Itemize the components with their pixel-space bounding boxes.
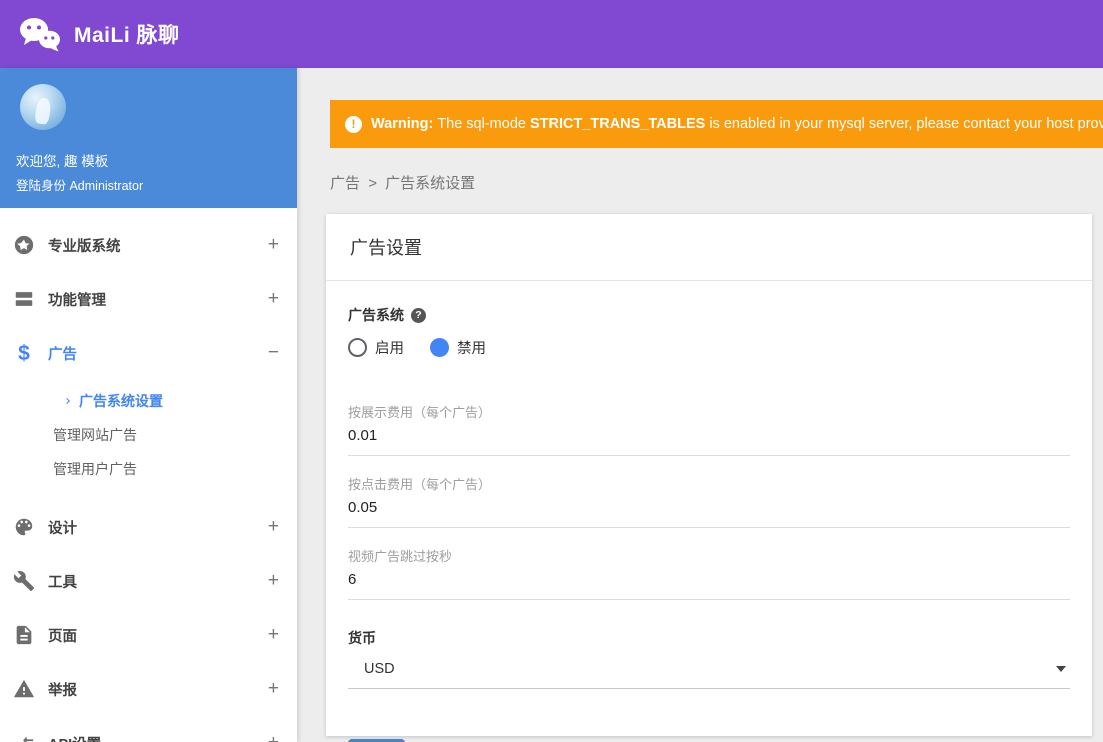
expand-icon[interactable]: + — [268, 288, 279, 310]
expand-icon[interactable]: + — [268, 570, 279, 592]
profile-panel: 欢迎您, 趣 模板 登陆身份 Administrator — [0, 68, 297, 208]
sidebar-item-pro-system[interactable]: 专业版系统 + — [0, 218, 297, 272]
expand-icon[interactable]: + — [268, 678, 279, 700]
sidebar-item-tools[interactable]: 工具 + — [0, 554, 297, 608]
sidebar-item-label: 广告 — [48, 343, 268, 364]
bars-icon — [13, 288, 35, 310]
ad-settings-card: 广告设置 广告系统 ? 启用 禁用 — [326, 214, 1092, 736]
sidebar-item-api-settings[interactable]: API设置 + — [0, 716, 297, 742]
breadcrumb: 广告 > 广告系统设置 — [330, 172, 1103, 193]
wechat-logo-icon — [18, 16, 62, 52]
breadcrumb-parent[interactable]: 广告 — [330, 175, 360, 192]
field-video-skip-seconds: 视频广告跳过按秒 6 — [348, 546, 1070, 600]
sidebar-item-label: 专业版系统 — [48, 235, 268, 256]
field-cost-per-view: 按展示费用（每个广告） 0.01 — [348, 402, 1070, 456]
sidebar: 欢迎您, 趣 模板 登陆身份 Administrator 专业版系统 + 功能管… — [0, 68, 297, 742]
currency-label: 货币 — [348, 628, 1070, 648]
ad-system-label: 广告系统 — [348, 305, 404, 325]
page-icon — [13, 624, 35, 646]
sidebar-item-label: 工具 — [48, 571, 268, 592]
sidebar-item-pages[interactable]: 页面 + — [0, 608, 297, 662]
sidebar-menu: 专业版系统 + 功能管理 + $ 广告 − 广告 — [0, 208, 297, 742]
expand-icon[interactable]: + — [268, 234, 279, 256]
welcome-text: 欢迎您, 趣 模板 — [16, 150, 281, 170]
sidebar-item-ads[interactable]: $ 广告 − — [0, 326, 297, 380]
radio-label: 启用 — [375, 337, 404, 358]
currency-value: USD — [364, 661, 395, 677]
brand-title: MaiLi 脉聊 — [74, 19, 180, 49]
field-label: 视频广告跳过按秒 — [348, 546, 1070, 565]
chevron-right-icon — [62, 395, 74, 407]
app-header: MaiLi 脉聊 — [0, 0, 1103, 68]
star-circle-icon — [13, 234, 35, 256]
ad-system-radio-group: 启用 禁用 — [348, 337, 1070, 358]
sidebar-item-label: 举报 — [48, 679, 268, 700]
sidebar-subitem-user-ads[interactable]: 管理用户广告 — [0, 452, 297, 486]
sidebar-item-label: 设计 — [48, 517, 268, 538]
expand-icon[interactable]: + — [268, 516, 279, 538]
sidebar-subitem-ad-system-settings[interactable]: 广告系统设置 — [0, 384, 297, 418]
field-label: 按展示费用（每个广告） — [348, 402, 1070, 421]
sidebar-item-features[interactable]: 功能管理 + — [0, 272, 297, 326]
warning-triangle-icon — [13, 678, 35, 700]
sidebar-item-label: 页面 — [48, 625, 268, 646]
role-text: 登陆身份 Administrator — [16, 175, 281, 194]
field-cost-per-click: 按点击费用（每个广告） 0.05 — [348, 474, 1070, 528]
palette-icon — [13, 516, 35, 538]
banner-prefix: Warning: — [371, 116, 433, 132]
main-content: ! Warning: The sql-mode STRICT_TRANS_TAB… — [297, 68, 1103, 742]
submenu-label: 广告系统设置 — [79, 391, 163, 411]
cost-per-view-input[interactable]: 0.01 — [348, 427, 1070, 456]
submenu-label: 管理用户广告 — [53, 459, 137, 479]
help-icon[interactable]: ? — [411, 308, 426, 323]
banner-text: is enabled in your mysql server, please … — [709, 116, 1103, 132]
dollar-icon: $ — [13, 342, 35, 364]
banner-text: The sql-mode — [437, 116, 526, 132]
breadcrumb-separator: > — [368, 175, 377, 192]
chevron-down-icon — [1056, 666, 1066, 672]
expand-icon[interactable]: + — [268, 732, 279, 742]
swap-arrows-icon — [13, 732, 35, 742]
video-skip-seconds-input[interactable]: 6 — [348, 571, 1070, 600]
radio-unchecked-icon[interactable] — [348, 338, 367, 357]
radio-label: 禁用 — [457, 337, 486, 358]
sidebar-item-reports[interactable]: 举报 + — [0, 662, 297, 716]
exclamation-circle-icon: ! — [345, 116, 362, 133]
radio-checked-icon[interactable] — [430, 338, 449, 357]
banner-code: STRICT_TRANS_TABLES — [530, 116, 705, 132]
radio-option-disable[interactable]: 禁用 — [430, 337, 486, 358]
field-label: 按点击费用（每个广告） — [348, 474, 1070, 493]
sidebar-item-label: API设置 — [48, 733, 268, 742]
ads-submenu: 广告系统设置 管理网站广告 管理用户广告 — [0, 380, 297, 500]
sql-mode-warning-banner: ! Warning: The sql-mode STRICT_TRANS_TAB… — [330, 100, 1103, 148]
sidebar-item-design[interactable]: 设计 + — [0, 500, 297, 554]
cost-per-click-input[interactable]: 0.05 — [348, 499, 1070, 528]
sidebar-subitem-site-ads[interactable]: 管理网站广告 — [0, 418, 297, 452]
card-title: 广告设置 — [326, 214, 1092, 281]
ad-system-label-row: 广告系统 ? — [348, 305, 1070, 325]
sidebar-item-label: 功能管理 — [48, 289, 268, 310]
wrench-icon — [13, 570, 35, 592]
expand-icon[interactable]: + — [268, 624, 279, 646]
collapse-icon[interactable]: − — [268, 342, 279, 364]
submenu-label: 管理网站广告 — [53, 425, 137, 445]
avatar[interactable] — [20, 84, 66, 130]
currency-select[interactable]: USD — [348, 661, 1070, 689]
breadcrumb-current: 广告系统设置 — [385, 175, 475, 192]
radio-option-enable[interactable]: 启用 — [348, 337, 404, 358]
currency-section: 货币 USD — [348, 628, 1070, 689]
